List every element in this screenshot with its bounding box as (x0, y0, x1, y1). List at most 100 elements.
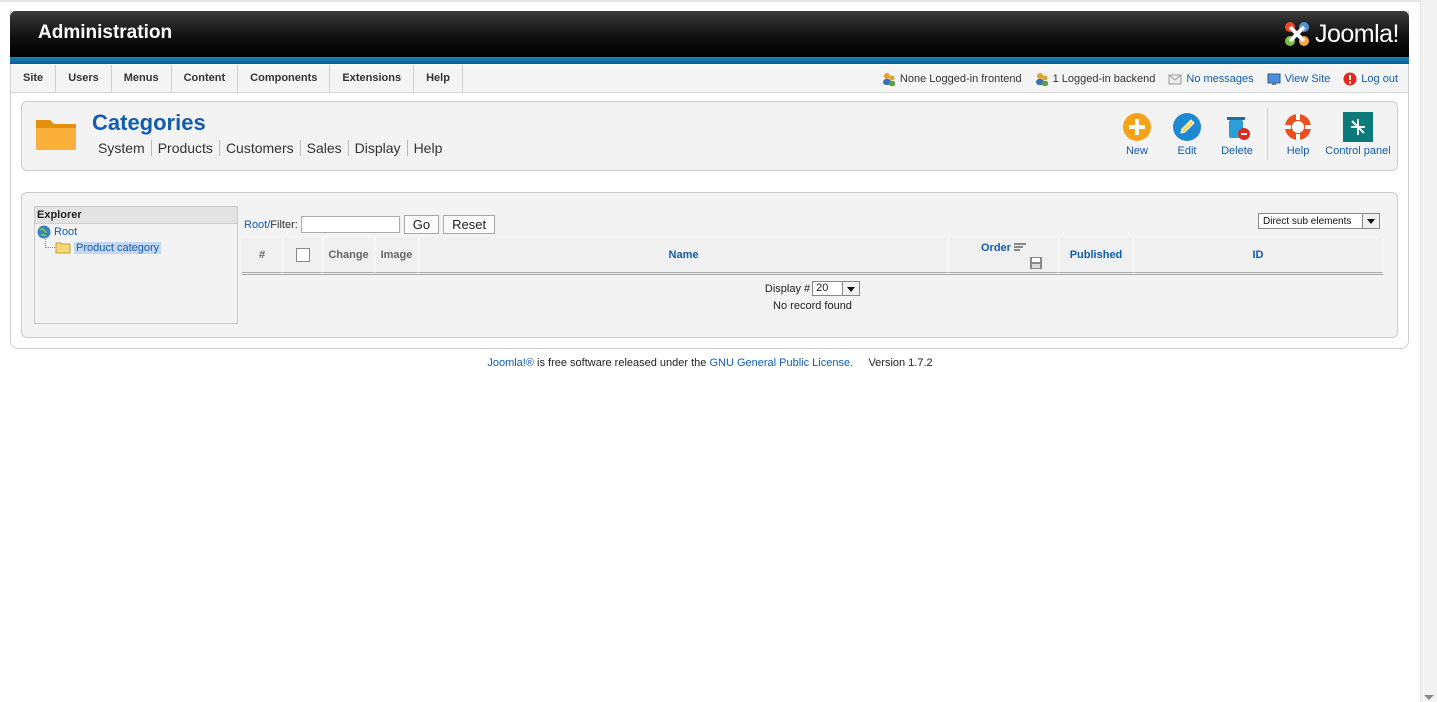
col-image: Image (375, 238, 419, 273)
help-button[interactable]: Help (1273, 108, 1323, 164)
scroll-down-arrow-icon[interactable] (1424, 695, 1434, 700)
frontend-users-text: None Logged-in frontend (899, 72, 1022, 85)
submenu-customers[interactable]: Customers (218, 140, 300, 156)
col-select-all (283, 238, 323, 273)
status-bar: None Logged-in frontend 1 Logged-in back… (869, 65, 1398, 92)
main-menu: Site Users Menus Content Components Exte… (11, 65, 463, 92)
tree-connector (45, 237, 55, 248)
filter-row: Root/ Filter: Go Reset (244, 215, 496, 234)
help-button-label: Help (1286, 145, 1310, 157)
plus-icon (1123, 113, 1151, 141)
grid-header: # Change Image Name Order Published ID (242, 238, 1383, 275)
messages-link[interactable]: No messages (1186, 73, 1253, 85)
col-change: Change (323, 238, 375, 273)
explorer-title: Explorer (35, 207, 237, 224)
menu-menus[interactable]: Menus (112, 65, 172, 92)
backend-users-status: 1 Logged-in backend (1035, 72, 1156, 86)
empty-message: No record found (773, 300, 852, 312)
logout-icon (1343, 72, 1357, 85)
filter-label: Filter: (270, 218, 298, 231)
menu-components[interactable]: Components (238, 65, 331, 92)
go-button[interactable]: Go (403, 215, 440, 234)
content-panel: Explorer Root Product category Root/ Fil… (21, 192, 1398, 338)
pencil-icon (1173, 113, 1201, 141)
top-menubar: Site Users Menus Content Components Exte… (11, 65, 1408, 93)
col-number: # (242, 238, 283, 273)
edit-button-label: Edit (1177, 145, 1197, 157)
admin-title: Administration (38, 22, 173, 43)
mail-icon (1168, 74, 1182, 84)
users-icon (1035, 72, 1048, 86)
toolbar-panel: Categories System Products Customers Sal… (21, 101, 1398, 171)
display-label: Display # (764, 282, 811, 295)
joomla-link[interactable]: Joomla!® (487, 357, 534, 369)
control-panel-button[interactable]: Control panel (1323, 108, 1393, 164)
control-panel-icon (1343, 112, 1373, 142)
joomla-logo: Joomla! (1282, 18, 1400, 50)
col-name[interactable]: Name (419, 238, 949, 273)
menu-extensions[interactable]: Extensions (330, 65, 415, 92)
joomla-logo-icon (1284, 22, 1309, 46)
menu-content[interactable]: Content (172, 65, 239, 92)
admin-header: Administration Joomla! (10, 11, 1409, 57)
component-submenu: System Products Customers Sales Display … (92, 140, 448, 156)
top-divider (0, 0, 1420, 2)
license-link[interactable]: GNU General Public License. (709, 357, 853, 369)
edit-button[interactable]: Edit (1162, 108, 1212, 164)
menu-users[interactable]: Users (56, 65, 112, 92)
grid-footer: Display # 20 No record found (242, 281, 1383, 325)
trash-icon (1227, 117, 1250, 140)
page-footer: Joomla!® is free software released under… (0, 357, 1420, 369)
page-title: Categories (92, 110, 206, 135)
users-icon (882, 72, 895, 86)
toolbar-buttons: New Edit Delete Help Control panel (1112, 108, 1393, 164)
backend-users-text: 1 Logged-in backend (1052, 72, 1156, 85)
select-all-checkbox[interactable] (295, 248, 310, 263)
footer-text: is free software released under the (537, 357, 707, 369)
tree-root-node[interactable]: Root (37, 225, 77, 239)
view-site-status[interactable]: View Site (1267, 72, 1331, 86)
tree-node-product-category[interactable]: Product category (55, 241, 162, 254)
breadcrumb-root-link[interactable]: Root/ (244, 219, 270, 231)
submenu-products[interactable]: Products (150, 140, 219, 156)
sort-icon[interactable] (1014, 243, 1027, 253)
scope-select[interactable]: Direct sub elements (1258, 213, 1380, 229)
explorer-panel: Explorer Root Product category (34, 206, 238, 324)
submenu-display[interactable]: Display (347, 140, 407, 156)
submenu-sales[interactable]: Sales (299, 140, 348, 156)
logout-link[interactable]: Log out (1361, 73, 1398, 85)
toolbar-divider (1267, 108, 1268, 160)
logout-status[interactable]: Log out (1343, 72, 1398, 86)
display-limit: Display # 20 (764, 281, 861, 296)
frontend-users-status: None Logged-in frontend (882, 72, 1022, 86)
dropdown-arrow-icon[interactable] (842, 282, 860, 295)
lifebuoy-icon (1285, 114, 1311, 140)
save-order-icon[interactable] (1029, 256, 1043, 270)
submenu-system[interactable]: System (92, 140, 151, 156)
view-site-link[interactable]: View Site (1285, 73, 1331, 85)
col-order[interactable]: Order (981, 242, 1011, 254)
messages-status[interactable]: No messages (1168, 72, 1254, 86)
filter-input[interactable] (300, 216, 400, 233)
col-published[interactable]: Published (1059, 238, 1134, 273)
col-id[interactable]: ID (1134, 238, 1383, 273)
tree-node-label[interactable]: Product category (74, 241, 162, 254)
version-text: Version 1.7.2 (868, 357, 933, 369)
submenu-help[interactable]: Help (406, 140, 449, 156)
tree-root-label[interactable]: Root (54, 226, 77, 238)
vertical-scrollbar[interactable] (1420, 0, 1437, 702)
display-limit-value: 20 (816, 282, 829, 294)
header-blue-bar (10, 57, 1409, 64)
folder-icon (55, 242, 71, 254)
menu-help[interactable]: Help (414, 65, 463, 92)
display-limit-select[interactable]: 20 (812, 281, 861, 296)
dropdown-arrow-icon[interactable] (1362, 214, 1379, 228)
folder-icon (36, 120, 76, 150)
new-button[interactable]: New (1112, 108, 1162, 164)
col-order-header: Order (949, 238, 1059, 273)
menu-site[interactable]: Site (11, 65, 57, 92)
delete-button[interactable]: Delete (1212, 108, 1262, 164)
control-panel-button-label: Control panel (1325, 145, 1391, 157)
delete-button-label: Delete (1221, 145, 1253, 157)
reset-button[interactable]: Reset (443, 215, 496, 234)
